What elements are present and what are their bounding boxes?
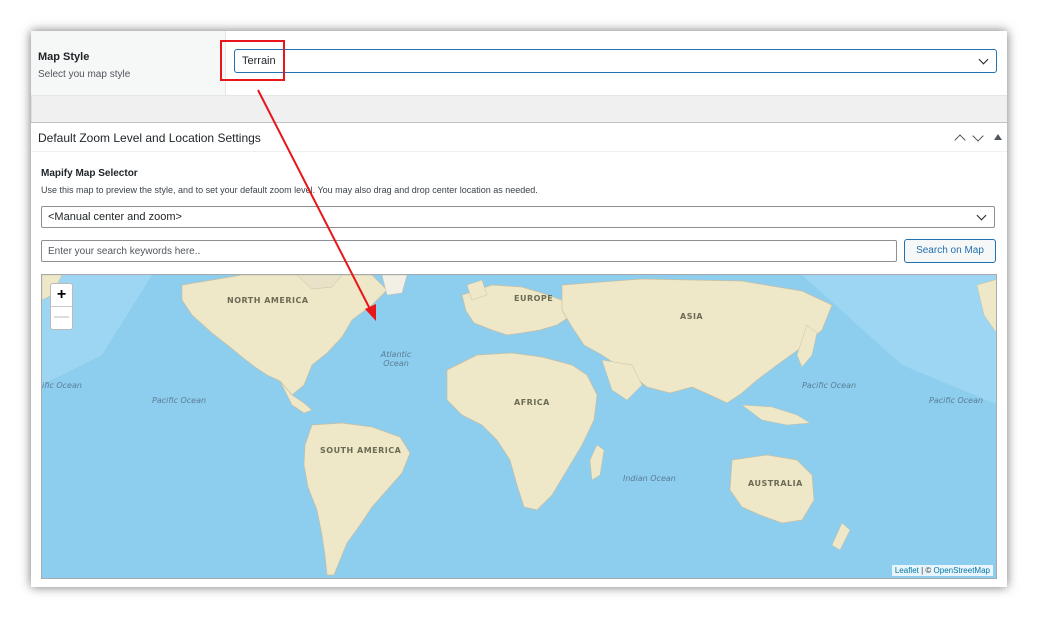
annotation-arrow bbox=[257, 89, 376, 321]
